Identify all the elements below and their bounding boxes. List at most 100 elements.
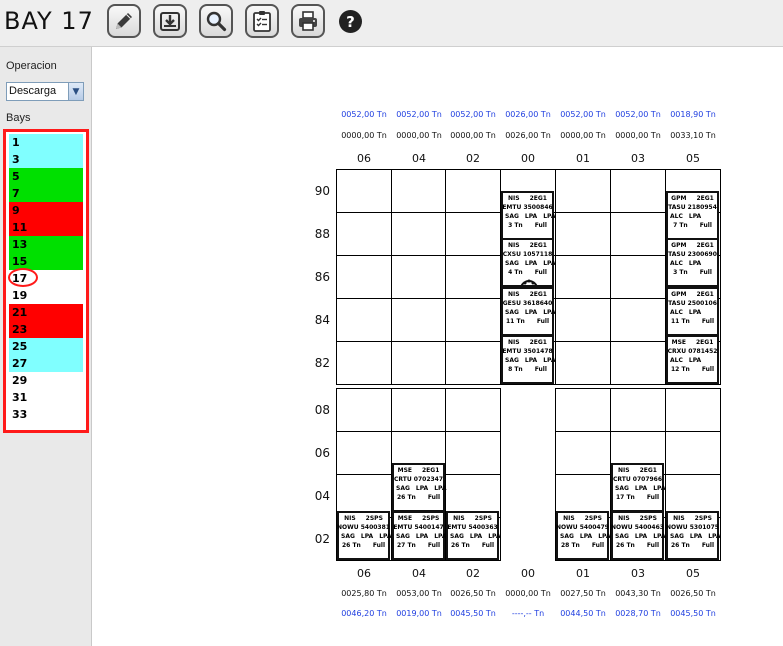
deck-slot[interactable] [336, 212, 392, 256]
edit-button[interactable] [107, 4, 141, 38]
container-field: 3 Tn [673, 269, 688, 276]
bay-item-11[interactable]: 11 [12, 220, 27, 235]
container[interactable]: GPM 2EG1 TASU 2500106 ALC LPA 11 Tn Full [666, 287, 719, 336]
deck-slot[interactable] [391, 169, 447, 213]
container-line: 7 Tn Full [670, 221, 715, 230]
deck-slot[interactable] [391, 255, 447, 299]
column-footer: 06 [357, 567, 371, 580]
deck-slot[interactable] [555, 212, 611, 256]
deck-slot[interactable] [336, 341, 392, 385]
bay-item-23[interactable]: 23 [12, 322, 27, 337]
container[interactable]: MSE 2EG1 CRXU 0781452 ALC LPA 12 Tn Full [666, 335, 719, 384]
deck-slot[interactable] [391, 212, 447, 256]
hold-slot[interactable] [391, 388, 447, 432]
hold-slot[interactable] [555, 388, 611, 432]
hold-slot[interactable] [555, 431, 611, 475]
hold-slot[interactable] [445, 388, 501, 432]
container-field: SAG [560, 533, 574, 540]
help-button[interactable]: ? [339, 10, 362, 33]
container-field: NIS [453, 515, 465, 522]
hold-slot[interactable] [336, 388, 392, 432]
crane-hook-icon [520, 274, 538, 288]
hold-slot[interactable] [445, 431, 501, 475]
container-field: EMTU 5400147 [393, 524, 444, 531]
container[interactable]: NIS 2SPS NOWU 5400463 SAG LPA LPA 26 Tn Full [611, 511, 666, 560]
bottom-weight-1: 0026,50 Tn [670, 589, 716, 598]
deck-slot[interactable] [555, 298, 611, 342]
deck-slot[interactable] [445, 212, 501, 256]
deck-slot[interactable] [610, 255, 666, 299]
print-button[interactable] [291, 4, 325, 38]
deck-slot[interactable] [555, 169, 611, 213]
pencil-icon [116, 13, 132, 29]
deck-slot[interactable] [610, 212, 666, 256]
deck-slot[interactable] [610, 169, 666, 213]
container-field: SAG [615, 485, 629, 492]
deck-slot[interactable] [445, 298, 501, 342]
import-button[interactable] [153, 4, 187, 38]
container[interactable]: NIS 2SPS EMTU 5400363 SAG LPA LPA 26 Tn Full [446, 511, 501, 560]
container[interactable]: NIS 2EG1 EMTU 3500846 SAG LPA LPA 3 Tn Full [501, 191, 556, 240]
container-field: GPM [671, 242, 687, 249]
deck-slot[interactable] [336, 169, 392, 213]
deck-slot[interactable] [391, 341, 447, 385]
container-line: NOWU 5301075 [666, 523, 719, 532]
container[interactable]: NIS 2SPS NOWU 5400381 SAG LPA LPA 26 Tn Full [337, 511, 392, 560]
hold-slot[interactable] [610, 388, 666, 432]
search-button[interactable] [199, 4, 233, 38]
container-field: SAG [341, 533, 355, 540]
bay-item-13[interactable]: 13 [12, 237, 27, 252]
bay-item-5[interactable]: 5 [12, 169, 20, 184]
bay-item-31[interactable]: 31 [12, 390, 27, 405]
deck-slot[interactable] [445, 341, 501, 385]
container[interactable]: NIS 2EG1 GESU 3618640 SAG LPA LPA 11 Tn Full [501, 287, 556, 336]
deck-slot[interactable] [336, 255, 392, 299]
bay-item-1[interactable]: 1 [12, 135, 20, 150]
bay-item-33[interactable]: 33 [12, 407, 27, 422]
container-field: NOWU 5400463 [611, 524, 664, 531]
hold-slot[interactable] [336, 431, 392, 475]
container-line: EMTU 3500846 [502, 203, 552, 212]
deck-slot[interactable] [555, 341, 611, 385]
bay-item-21[interactable]: 21 [12, 305, 27, 320]
container-line: CXSU 1057118 [503, 250, 553, 259]
operation-select[interactable]: Descarga ▼ [6, 82, 84, 101]
bay-item-9[interactable]: 9 [12, 203, 20, 218]
deck-slot[interactable] [610, 341, 666, 385]
top-weight-2: 0000,00 Tn [396, 131, 442, 140]
bay-item-25[interactable]: 25 [12, 339, 27, 354]
container-line: GPM 2EG1 [670, 194, 715, 203]
hold-slot[interactable] [665, 431, 721, 475]
deck-slot[interactable] [391, 298, 447, 342]
container-field: 2SPS [422, 515, 440, 522]
container-field: Full [591, 542, 604, 549]
container[interactable]: NIS 2EG1 CRTU 0707966 SAG LPA LPA 17 Tn Full [611, 463, 666, 512]
deck-slot[interactable] [610, 298, 666, 342]
container[interactable]: NIS 2EG1 EMTU 3501478 SAG LPA LPA 8 Tn Full [501, 335, 556, 384]
container[interactable]: NIS 2SPS NOWU 5301075 SAG LPA LPA 26 Tn Full [666, 511, 721, 560]
container[interactable]: MSE 2EG1 CRTU 0702347 SAG LPA LPA 26 Tn Full [392, 463, 447, 512]
deck-slot[interactable] [336, 298, 392, 342]
container[interactable]: NIS 2SPS NOWU 5400479 SAG LPA LPA 28 Tn Full [556, 511, 611, 560]
bay-item-27[interactable]: 27 [12, 356, 27, 371]
top-weight-2: 0026,00 Tn [505, 131, 551, 140]
hold-slot[interactable] [665, 388, 721, 432]
deck-slot[interactable] [445, 255, 501, 299]
container-field: MSE [397, 515, 413, 522]
bay-item-19[interactable]: 19 [12, 288, 27, 303]
deck-slot[interactable] [555, 255, 611, 299]
container-line: SAG LPA LPA [505, 212, 556, 221]
chevron-down-icon[interactable]: ▼ [68, 83, 83, 100]
deck-slot[interactable] [445, 169, 501, 213]
checklist-button[interactable] [245, 4, 279, 38]
bay-item-29[interactable]: 29 [12, 373, 27, 388]
bay-item-7[interactable]: 7 [12, 186, 20, 201]
bay-item-15[interactable]: 15 [12, 254, 27, 269]
bay-item-3[interactable]: 3 [12, 152, 20, 167]
container[interactable]: GPM 2EG1 TASU 2300690 ALC LPA 3 Tn Full [666, 238, 719, 287]
container[interactable]: MSE 2SPS EMTU 5400147 SAG LPA LPA 27 Tn Full [392, 511, 447, 560]
container-line: 26 Tn Full [670, 541, 715, 550]
container[interactable]: GPM 2EG1 TASU 2180954 ALC LPA 7 Tn Full [666, 191, 719, 240]
column-header: 00 [521, 152, 535, 165]
bottom-weight-1: 0043,30 Tn [615, 589, 661, 598]
